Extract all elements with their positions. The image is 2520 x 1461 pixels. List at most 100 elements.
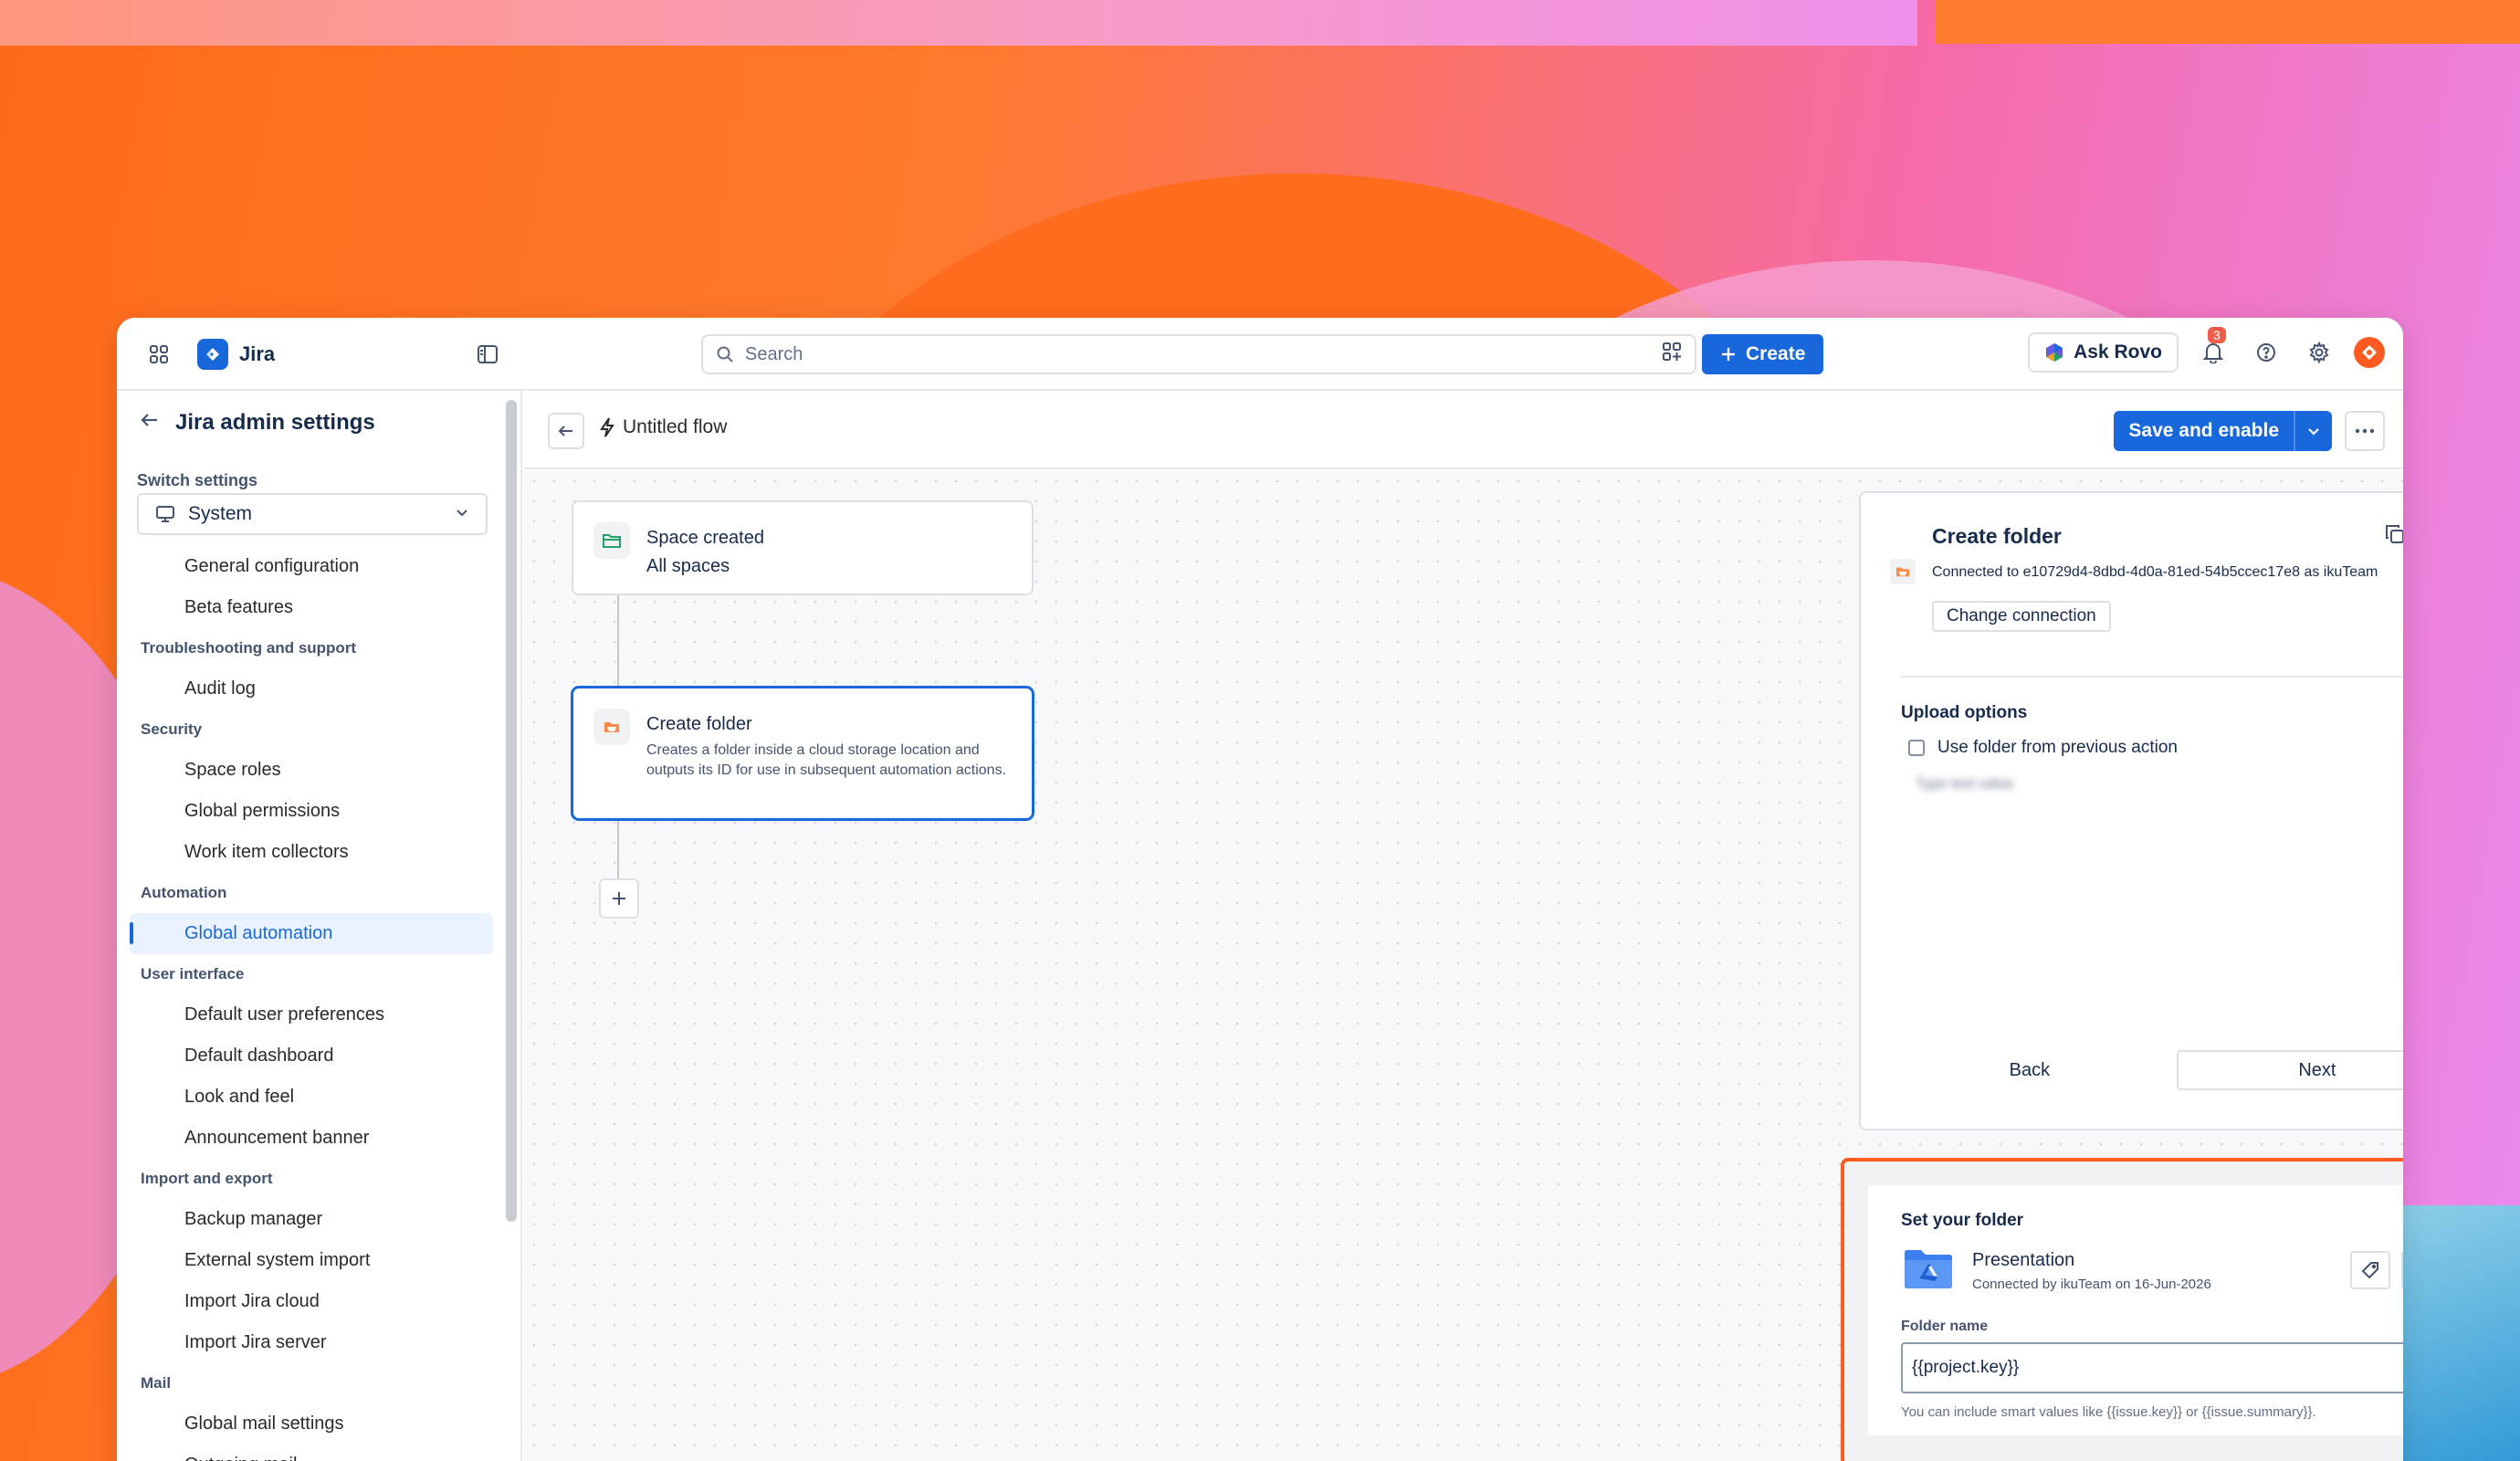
flow-back-button[interactable] bbox=[548, 413, 584, 449]
sidebar-item-global-mail-settings[interactable]: Global mail settings bbox=[130, 1403, 493, 1445]
folder-more-button[interactable] bbox=[2401, 1251, 2403, 1289]
more-dots-icon bbox=[2355, 428, 2375, 434]
sidebar-item-import-jira-server[interactable]: Import Jira server bbox=[130, 1322, 493, 1363]
search-placeholder: Search bbox=[745, 343, 803, 364]
folder-connection-text: Connected by ikuTeam on 16-Jun-2026 bbox=[1972, 1276, 2211, 1292]
app-name[interactable]: Jira bbox=[239, 342, 275, 366]
sidebar-item-backup-manager[interactable]: Backup manager bbox=[130, 1199, 493, 1240]
lightning-icon bbox=[600, 417, 614, 437]
sidebar-item-global-automation[interactable]: Global automation bbox=[130, 913, 493, 954]
folder-name-input[interactable]: {{project.key}} bbox=[1901, 1342, 2403, 1393]
monitor-icon bbox=[156, 506, 174, 522]
rovo-icon bbox=[2046, 343, 2063, 362]
upload-options-heading: Upload options bbox=[1901, 703, 2028, 722]
sidebar-toggle-icon[interactable] bbox=[469, 336, 506, 373]
use-previous-folder-label: Use folder from previous action bbox=[1937, 738, 2178, 757]
highlighted-folder-card: Set your folder Presentation Connected b… bbox=[1841, 1158, 2403, 1461]
trigger-node[interactable]: Space created All spaces bbox=[572, 500, 1034, 595]
ask-rovo-label: Ask Rovo bbox=[2074, 342, 2162, 363]
action-node[interactable]: Create folder Creates a folder inside a … bbox=[572, 687, 1034, 820]
jira-logo-icon[interactable] bbox=[197, 339, 228, 370]
divider bbox=[1901, 676, 2403, 678]
sidebar-scrollbar[interactable] bbox=[506, 400, 517, 1222]
trigger-subtitle: All spaces bbox=[646, 556, 730, 576]
help-icon[interactable] bbox=[2248, 334, 2284, 371]
change-connection-button[interactable]: Change connection bbox=[1932, 601, 2111, 632]
top-navigation-bar: Jira Search Create Ask Rovo 3 bbox=[117, 318, 2403, 391]
tag-button[interactable] bbox=[2350, 1251, 2390, 1289]
sidebar-section-heading: Automation bbox=[141, 884, 227, 901]
search-filter-icon[interactable] bbox=[1662, 342, 1682, 367]
panel-title: Create folder bbox=[1932, 524, 2062, 548]
set-folder-heading: Set your folder bbox=[1901, 1211, 2024, 1230]
sidebar-section-heading: User interface bbox=[141, 965, 245, 983]
flow-title[interactable]: Untitled flow bbox=[599, 416, 727, 438]
next-button[interactable]: Next bbox=[2176, 1050, 2403, 1090]
app-window: Jira Search Create Ask Rovo 3 Jira admin… bbox=[117, 318, 2403, 1461]
sidebar-nav-list: General configuration Beta features Troubl… bbox=[117, 546, 506, 1461]
save-options-dropdown[interactable] bbox=[2294, 411, 2332, 451]
user-avatar[interactable] bbox=[2354, 337, 2385, 368]
add-step-button[interactable] bbox=[599, 878, 639, 919]
create-folder-app-icon bbox=[1890, 559, 1916, 584]
back-button[interactable]: Back bbox=[1883, 1050, 2177, 1090]
app-switcher-icon[interactable] bbox=[141, 336, 177, 373]
create-folder-app-icon bbox=[593, 709, 630, 745]
notifications-bell-icon[interactable]: 3 bbox=[2195, 327, 2231, 371]
flow-header: Untitled flow Save and enable bbox=[524, 391, 2403, 469]
sidebar-item-default-dashboard[interactable]: Default dashboard bbox=[130, 1035, 493, 1077]
sidebar-section-heading: Import and export bbox=[141, 1170, 273, 1187]
tag-icon bbox=[2361, 1262, 2378, 1279]
action-description: Creates a folder inside a cloud storage … bbox=[646, 742, 1007, 778]
sidebar-item-global-permissions[interactable]: Global permissions bbox=[130, 791, 493, 832]
connection-status-text: Connected to e10729d4-8dbd-4d0a-81ed-54b… bbox=[1932, 564, 2378, 580]
google-drive-folder-icon bbox=[1903, 1247, 1954, 1294]
trigger-title: Space created bbox=[646, 528, 764, 548]
sidebar-item-outgoing-mail[interactable]: Outgoing mail bbox=[130, 1445, 493, 1461]
sidebar-item-beta-features[interactable]: Beta features bbox=[130, 587, 493, 628]
selected-folder: Presentation Connected by ikuTeam on 16-… bbox=[1903, 1247, 2211, 1294]
chevron-down-icon bbox=[455, 503, 469, 525]
sidebar-section-heading: Mail bbox=[141, 1374, 172, 1392]
sidebar-item-external-system-import[interactable]: External system import bbox=[130, 1240, 493, 1281]
save-and-enable-button[interactable]: Save and enable bbox=[2114, 411, 2294, 451]
plus-icon bbox=[613, 892, 625, 905]
flow-title-text: Untitled flow bbox=[623, 416, 728, 437]
back-arrow-icon[interactable] bbox=[139, 409, 161, 436]
back-arrow-icon bbox=[558, 426, 572, 436]
sidebar-item-look-and-feel[interactable]: Look and feel bbox=[130, 1077, 493, 1118]
settings-gear-icon[interactable] bbox=[2301, 334, 2337, 371]
folder-name-label: Folder name bbox=[1901, 1319, 1989, 1334]
plus-icon bbox=[1722, 348, 1735, 361]
create-button-label: Create bbox=[1746, 343, 1806, 364]
sidebar-item-audit-log[interactable]: Audit log bbox=[130, 668, 493, 709]
switch-settings-value: System bbox=[188, 503, 253, 524]
admin-sidebar: Jira admin settings Switch settings Syst… bbox=[117, 391, 522, 1461]
duplicate-icon[interactable] bbox=[2385, 524, 2403, 549]
flow-canvas[interactable]: Space created All spaces Create folder C… bbox=[524, 471, 2403, 1461]
folder-name-help-text: You can include smart values like {{issu… bbox=[1901, 1404, 2316, 1420]
sidebar-item-default-user-preferences[interactable]: Default user preferences bbox=[130, 994, 493, 1035]
folder-name-text: Presentation bbox=[1972, 1249, 2075, 1270]
use-previous-folder-checkbox[interactable]: Use folder from previous action bbox=[1908, 738, 2178, 758]
sidebar-item-space-roles[interactable]: Space roles bbox=[130, 750, 493, 791]
ask-rovo-button[interactable]: Ask Rovo bbox=[2028, 332, 2179, 373]
connector-line bbox=[617, 820, 619, 878]
search-input[interactable]: Search bbox=[701, 334, 1696, 374]
main-content: Untitled flow Save and enable Space crea… bbox=[524, 391, 2403, 1461]
notification-count-badge: 3 bbox=[2208, 327, 2226, 343]
checkbox-box[interactable] bbox=[1908, 740, 1925, 756]
folder-icon bbox=[593, 522, 630, 559]
switch-settings-select[interactable]: System bbox=[137, 493, 488, 535]
sidebar-item-announcement-banner[interactable]: Announcement banner bbox=[130, 1118, 493, 1159]
sidebar-item-import-jira-cloud[interactable]: Import Jira cloud bbox=[130, 1281, 493, 1322]
blurred-field-label: Type text value bbox=[1916, 776, 2014, 792]
sidebar-item-work-item-collectors[interactable]: Work item collectors bbox=[130, 832, 493, 873]
create-button[interactable]: Create bbox=[1702, 334, 1824, 374]
connector-line bbox=[617, 595, 619, 687]
sidebar-item-general-configuration[interactable]: General configuration bbox=[130, 546, 493, 587]
action-title: Create folder bbox=[646, 714, 752, 734]
sidebar-section-heading: Troubleshooting and support bbox=[141, 639, 357, 657]
more-actions-button[interactable] bbox=[2345, 411, 2385, 451]
sidebar-title: Jira admin settings bbox=[175, 409, 375, 435]
